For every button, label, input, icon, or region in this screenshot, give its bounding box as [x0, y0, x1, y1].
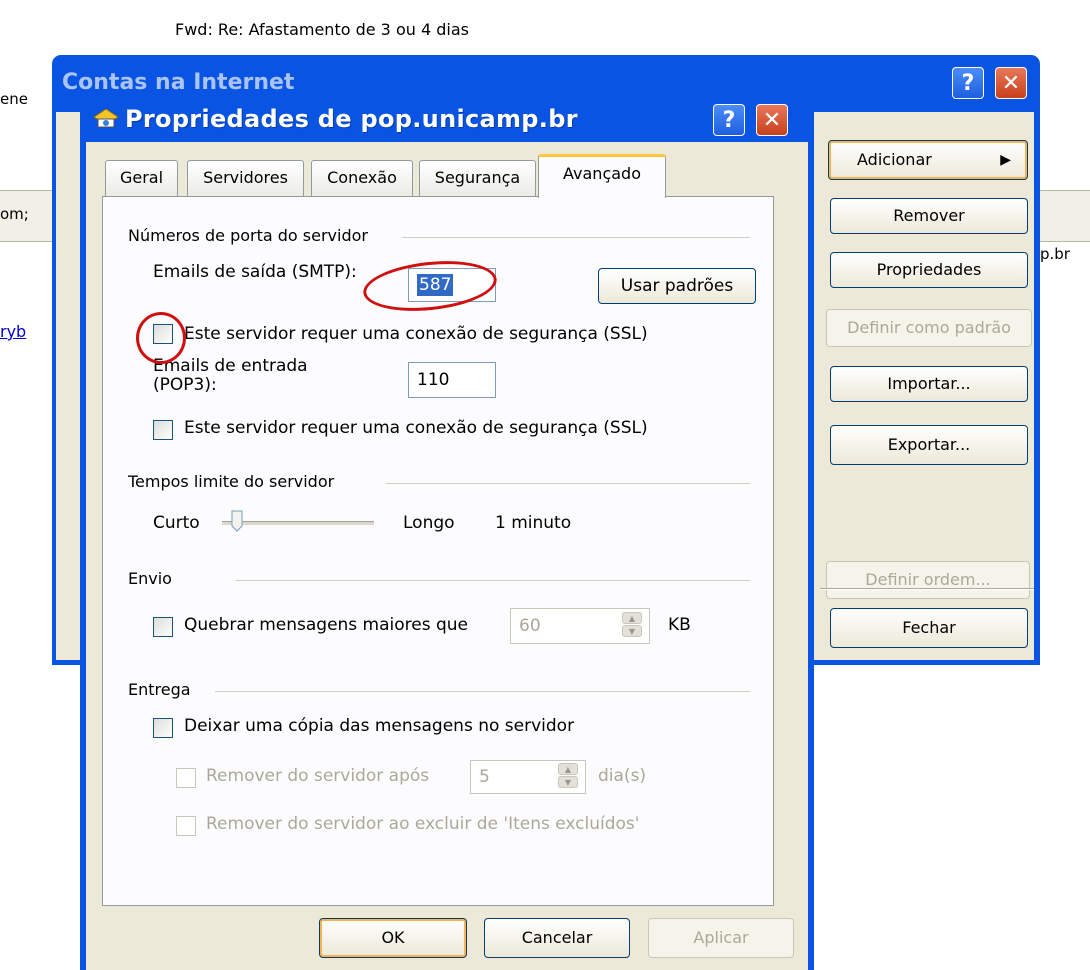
pop3-label: Emails de entrada (POP3): — [153, 357, 308, 395]
keep-copy-label: Deixar uma cópia das mensagens no servid… — [184, 716, 575, 736]
pop3-label-line1: Emails de entrada — [153, 356, 308, 376]
pop3-label-line2: (POP3): — [153, 375, 217, 395]
cancel-button[interactable]: Cancelar — [484, 918, 630, 958]
help-button[interactable]: ? — [952, 67, 984, 99]
chevron-up-icon: ▲ — [622, 612, 642, 624]
timeout-short-label: Curto — [153, 513, 200, 533]
keep-copy-checkbox[interactable] — [153, 718, 173, 738]
chevron-up-icon: ▲ — [558, 763, 578, 775]
close-button[interactable]: ✕ — [995, 67, 1027, 99]
email-subject: Fwd: Re: Afastamento de 3 ou 4 dias — [175, 20, 469, 39]
background-text: om; — [0, 205, 29, 223]
tab-servidores[interactable]: Servidores — [187, 160, 304, 196]
remove-after-label: Remover do servidor após — [206, 766, 430, 786]
tab-geral[interactable]: Geral — [105, 160, 178, 196]
break-messages-label: Quebrar mensagens maiores que — [184, 615, 469, 635]
tab-conexao[interactable]: Conexão — [311, 160, 413, 196]
remove-on-delete-label: Remover do servidor ao excluir de 'Itens… — [206, 814, 640, 834]
delivery-group-label: Entrega — [128, 680, 191, 699]
import-button[interactable]: Importar... — [830, 366, 1028, 402]
set-order-button[interactable]: Definir ordem... — [826, 561, 1030, 599]
group-divider — [386, 483, 750, 484]
break-size-stepper[interactable]: ▲ ▼ — [620, 611, 644, 641]
group-divider — [402, 237, 750, 238]
group-divider — [215, 691, 750, 692]
remove-after-stepper[interactable]: ▲ ▼ — [556, 762, 580, 792]
kb-unit-label: KB — [668, 615, 691, 635]
chevron-down-icon: ▼ — [558, 776, 578, 788]
timeout-slider-thumb[interactable] — [230, 510, 244, 532]
export-button[interactable]: Exportar... — [830, 425, 1028, 465]
arrow-right-icon: ▶ — [1000, 152, 1011, 168]
days-unit-label: dia(s) — [598, 766, 647, 786]
dialog-title: Propriedades de pop.unicamp.br — [125, 105, 578, 133]
timeout-value: 1 minuto — [495, 513, 572, 533]
remove-on-delete-checkbox[interactable] — [176, 816, 196, 836]
background-link[interactable]: ryb — [0, 322, 26, 341]
timeout-slider-track — [222, 521, 374, 525]
timeout-long-label: Longo — [403, 513, 455, 533]
pop3-ssl-checkbox[interactable] — [153, 420, 173, 440]
add-button[interactable]: Adicionar ▶ — [828, 140, 1028, 180]
add-button-label: Adicionar — [857, 150, 932, 169]
pop3-port-field[interactable]: 110 — [408, 362, 496, 398]
background-text: ene — [0, 90, 28, 108]
chevron-down-icon: ▼ — [622, 625, 642, 637]
remove-after-checkbox[interactable] — [176, 768, 196, 788]
close-button[interactable]: ✕ — [756, 104, 788, 136]
smtp-label: Emails de saída (SMTP): — [153, 262, 357, 282]
tab-avancado[interactable]: Avançado — [538, 154, 666, 198]
timeout-group-label: Tempos limite do servidor — [128, 472, 335, 491]
close-window-button[interactable]: Fechar — [830, 608, 1028, 648]
annotation-circle-ssl — [136, 312, 186, 364]
tab-seguranca[interactable]: Segurança — [419, 160, 536, 196]
help-button[interactable]: ? — [713, 104, 745, 136]
set-default-button[interactable]: Definir como padrão — [826, 309, 1032, 347]
account-icon — [93, 108, 119, 128]
background-text: p.br — [1040, 245, 1070, 263]
use-defaults-button[interactable]: Usar padrões — [598, 268, 756, 304]
break-messages-checkbox[interactable] — [153, 617, 173, 637]
ok-button[interactable]: OK — [319, 918, 467, 958]
properties-button[interactable]: Propriedades — [830, 252, 1028, 288]
smtp-ssl-label: Este servidor requer uma conexão de segu… — [184, 324, 648, 344]
send-group-label: Envio — [128, 569, 172, 588]
divider — [820, 588, 1034, 590]
apply-button[interactable]: Aplicar — [648, 918, 794, 958]
port-group-label: Números de porta do servidor — [128, 226, 368, 245]
remove-button[interactable]: Remover — [830, 198, 1028, 234]
pop3-ssl-label: Este servidor requer uma conexão de segu… — [184, 418, 648, 438]
group-divider — [236, 580, 750, 581]
